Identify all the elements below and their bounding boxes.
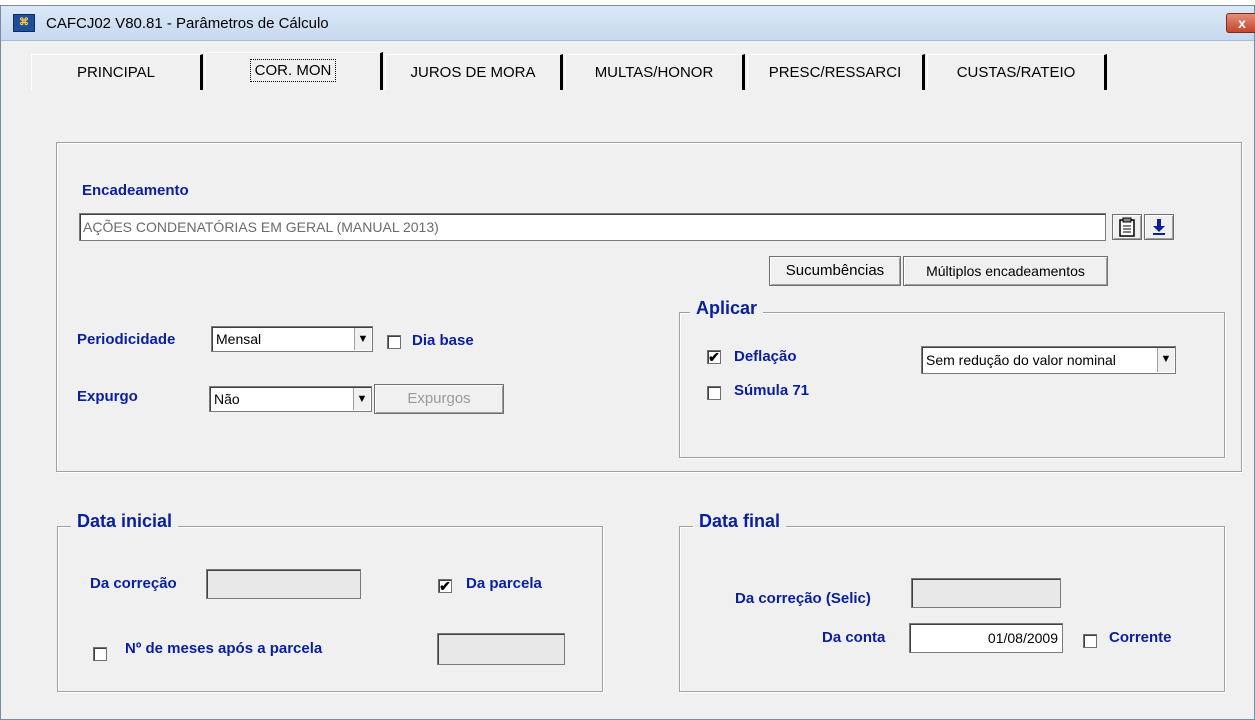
dia-base-checkbox[interactable] xyxy=(387,335,401,349)
app-window: ⌘ CAFCJ02 V80.81 - Parâmetros de Cálculo… xyxy=(0,5,1255,720)
tab-bar: PRINCIPAL COR. MON JUROS DE MORA MULTAS/… xyxy=(31,52,1131,90)
da-correcao-label: Da correção xyxy=(90,575,177,592)
sucumbencias-button[interactable]: Sucumbências xyxy=(769,256,901,286)
encadeamento-label: Encadeamento xyxy=(82,182,189,199)
corrente-label: Corrente xyxy=(1109,629,1172,646)
da-parcela-checkbox[interactable]: ✔ xyxy=(438,579,452,593)
window-title: CAFCJ02 V80.81 - Parâmetros de Cálculo xyxy=(46,15,329,32)
selic-field[interactable] xyxy=(911,578,1061,608)
title-bar: ⌘ CAFCJ02 V80.81 - Parâmetros de Cálculo… xyxy=(1,6,1255,41)
data-final-group xyxy=(679,526,1225,692)
da-conta-field[interactable]: 01/08/2009 xyxy=(909,623,1063,653)
meses-apos-parcela-checkbox[interactable] xyxy=(93,647,107,661)
chevron-down-icon: ▼ xyxy=(354,328,371,350)
expurgo-label: Expurgo xyxy=(77,388,138,405)
download-button[interactable] xyxy=(1144,214,1174,240)
data-final-legend: Data final xyxy=(693,511,787,532)
da-correcao-field[interactable] xyxy=(206,569,361,599)
dia-base-label: Dia base xyxy=(412,332,474,349)
chevron-down-icon: ▼ xyxy=(1157,348,1174,372)
meses-apos-parcela-label: Nº de meses após a parcela xyxy=(125,640,323,657)
tab-principal[interactable]: PRINCIPAL xyxy=(31,54,203,90)
sumula-71-label: Súmula 71 xyxy=(734,382,810,399)
selic-label: Da correção (Selic) xyxy=(735,590,871,607)
periodicidade-label: Periodicidade xyxy=(77,331,176,348)
app-icon: ⌘ xyxy=(13,14,35,32)
tab-presc-ressarci[interactable]: PRESC/RESSARCI xyxy=(747,54,925,90)
close-icon: x xyxy=(1238,15,1246,31)
periodicidade-select[interactable]: Mensal ▼ xyxy=(211,326,373,352)
aplicar-legend: Aplicar xyxy=(690,298,764,319)
da-parcela-label: Da parcela xyxy=(466,575,542,592)
expurgos-button[interactable]: Expurgos xyxy=(374,384,504,414)
deflacao-select[interactable]: Sem redução do valor nominal ▼ xyxy=(921,346,1176,374)
tab-custas-rateio[interactable]: CUSTAS/RATEIO xyxy=(927,54,1107,90)
sumula-71-checkbox[interactable] xyxy=(707,386,721,400)
da-conta-label: Da conta xyxy=(822,629,886,646)
multiplos-encadeamentos-button[interactable]: Múltiplos encadeamentos xyxy=(903,256,1108,286)
chevron-down-icon: ▼ xyxy=(353,388,370,410)
expurgo-select[interactable]: Não ▼ xyxy=(209,386,372,412)
data-inicial-group xyxy=(57,526,603,692)
corrente-checkbox[interactable] xyxy=(1083,634,1097,648)
tab-multas-honor[interactable]: MULTAS/HONOR xyxy=(565,54,745,90)
clipboard-button[interactable] xyxy=(1112,214,1142,240)
encadeamento-field[interactable]: AÇÕES CONDENATÓRIAS EM GERAL (MANUAL 201… xyxy=(79,213,1106,241)
clipboard-icon xyxy=(1119,217,1135,237)
data-inicial-legend: Data inicial xyxy=(71,511,179,532)
arrow-down-icon xyxy=(1153,219,1165,235)
deflacao-checkbox[interactable]: ✔ xyxy=(707,350,721,364)
tab-juros-de-mora[interactable]: JUROS DE MORA xyxy=(385,54,563,90)
close-button[interactable]: x xyxy=(1226,13,1255,33)
meses-apos-parcela-field[interactable] xyxy=(437,633,565,665)
tab-cor-mon[interactable]: COR. MON xyxy=(205,52,383,90)
deflacao-label: Deflação xyxy=(734,348,797,365)
